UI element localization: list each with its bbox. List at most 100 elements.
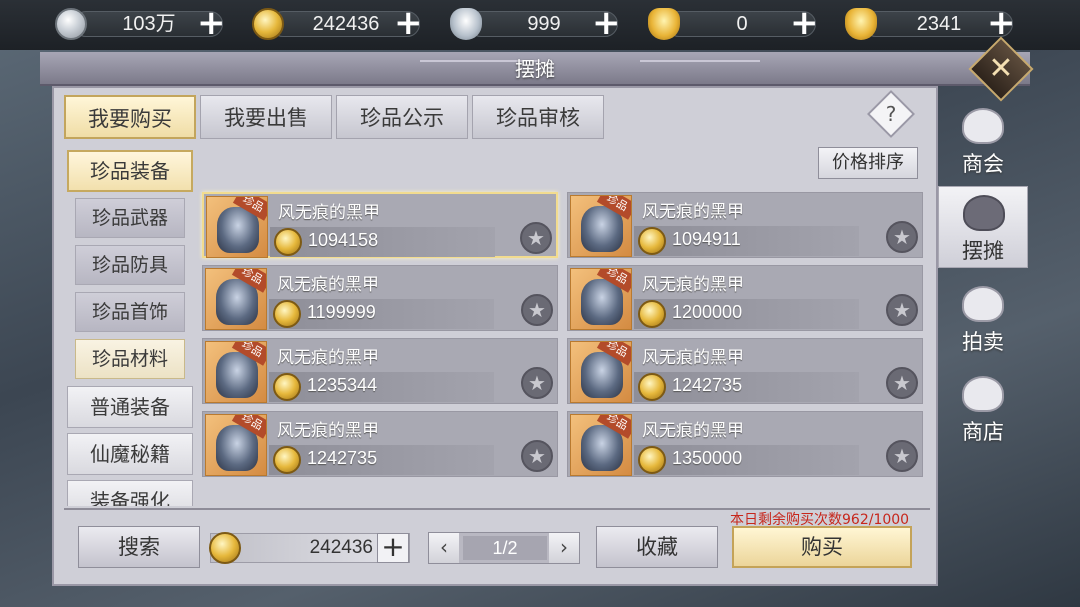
item-card[interactable]: 珍品 风无痕的黑甲 1242735 ★ bbox=[202, 411, 558, 477]
window-title-bar: 摆摊 bbox=[40, 52, 1030, 86]
gold-ingot-icon bbox=[845, 8, 877, 40]
item-name: 风无痕的黑甲 bbox=[278, 203, 380, 223]
price-bar bbox=[634, 226, 859, 256]
gold-balance-value: 242436 bbox=[309, 537, 373, 558]
silver-coin-icon bbox=[55, 8, 87, 40]
add-gold-coin-button[interactable]: + bbox=[394, 6, 423, 40]
item-thumbnail: 珍品 bbox=[205, 414, 267, 476]
pagination: ‹ 1/2 › bbox=[428, 532, 580, 564]
price-bar bbox=[269, 372, 494, 402]
currency-value: 2341 bbox=[916, 13, 962, 35]
shop-ingot-icon bbox=[962, 376, 1004, 412]
item-thumbnail: 珍品 bbox=[570, 195, 632, 257]
gold-coin-icon bbox=[252, 8, 284, 40]
price-bar bbox=[634, 299, 859, 329]
currency-gold-coin: 242436 + bbox=[252, 6, 427, 40]
add-silver-coin-button[interactable]: + bbox=[197, 6, 226, 40]
category-rare-weapons[interactable]: 珍品武器 bbox=[75, 198, 185, 238]
favorite-button[interactable]: 收藏 bbox=[596, 526, 718, 568]
star-icon[interactable]: ★ bbox=[886, 294, 918, 326]
category-rare-armor[interactable]: 珍品防具 bbox=[75, 245, 185, 285]
price-bar bbox=[270, 227, 495, 257]
nav-guild[interactable]: 商会 bbox=[938, 100, 1028, 182]
gold-coin-icon bbox=[638, 300, 666, 328]
item-card[interactable]: 珍品 风无痕的黑甲 1094158 ★ bbox=[202, 192, 558, 258]
gold-coin-icon bbox=[638, 227, 666, 255]
gold-coin-icon bbox=[273, 300, 301, 328]
item-card[interactable]: 珍品 风无痕的黑甲 1350000 ★ bbox=[567, 411, 923, 477]
currency-bar: 103万 + 242436 + 999 + 0 + 2341 + bbox=[0, 0, 1080, 50]
tab-rare-review[interactable]: 珍品审核 bbox=[472, 95, 604, 139]
item-card[interactable]: 珍品 风无痕的黑甲 1094911 ★ bbox=[567, 192, 923, 258]
star-icon[interactable]: ★ bbox=[521, 440, 553, 472]
gold-coin-icon bbox=[274, 228, 302, 256]
item-card[interactable]: 珍品 风无痕的黑甲 1242735 ★ bbox=[567, 338, 923, 404]
nav-label: 拍卖 bbox=[962, 330, 1004, 354]
item-thumbnail: 珍品 bbox=[570, 414, 632, 476]
gold-balance-field: 242436 + bbox=[209, 532, 410, 564]
next-page-button[interactable]: › bbox=[549, 533, 579, 563]
gold-coin-icon bbox=[638, 373, 666, 401]
price-bar bbox=[269, 445, 494, 475]
currency-value: 0 bbox=[736, 13, 748, 35]
currency-value: 103万 bbox=[122, 13, 176, 35]
currency-value: 999 bbox=[527, 13, 561, 35]
category-rare-jewelry[interactable]: 珍品首饰 bbox=[75, 292, 185, 332]
category-list[interactable]: 珍品装备 珍品武器 珍品防具 珍品首饰 珍品材料 普通装备 仙魔秘籍 装备强化 bbox=[62, 142, 202, 506]
locked-gold-ingot-icon bbox=[648, 8, 680, 40]
nav-stall[interactable]: 摆摊 bbox=[938, 186, 1028, 268]
category-equipment-enhance[interactable]: 装备强化 bbox=[67, 480, 193, 506]
tab-sell[interactable]: 我要出售 bbox=[200, 95, 332, 139]
category-secret-books[interactable]: 仙魔秘籍 bbox=[67, 433, 193, 475]
stall-bag-icon bbox=[963, 195, 1005, 231]
star-icon[interactable]: ★ bbox=[886, 221, 918, 253]
item-thumbnail: 珍品 bbox=[206, 196, 268, 258]
price-bar bbox=[634, 445, 859, 475]
nav-label: 商会 bbox=[962, 152, 1004, 176]
item-card[interactable]: 珍品 风无痕的黑甲 1235344 ★ bbox=[202, 338, 558, 404]
item-name: 风无痕的黑甲 bbox=[277, 348, 379, 368]
price-sort-button[interactable]: 价格排序 bbox=[818, 147, 918, 179]
star-icon[interactable]: ★ bbox=[886, 440, 918, 472]
nav-label: 摆摊 bbox=[962, 239, 1004, 263]
star-icon[interactable]: ★ bbox=[520, 222, 552, 254]
gold-coin-icon bbox=[273, 373, 301, 401]
item-thumbnail: 珍品 bbox=[205, 268, 267, 330]
prev-page-button[interactable]: ‹ bbox=[429, 533, 459, 563]
gold-coin-icon bbox=[638, 446, 666, 474]
item-grid: 珍品 风无痕的黑甲 1094158 ★ 珍品 风无痕的黑甲 1094911 ★ … bbox=[202, 188, 928, 482]
tab-rare-public[interactable]: 珍品公示 bbox=[336, 95, 468, 139]
add-locked-gold-ingot-button[interactable]: + bbox=[790, 6, 819, 40]
item-thumbnail: 珍品 bbox=[570, 341, 632, 403]
nav-shop[interactable]: 商店 bbox=[938, 368, 1028, 450]
add-silver-ingot-button[interactable]: + bbox=[592, 6, 621, 40]
guild-icon bbox=[962, 108, 1004, 144]
star-icon[interactable]: ★ bbox=[521, 367, 553, 399]
item-name: 风无痕的黑甲 bbox=[277, 421, 379, 441]
category-rare-equipment[interactable]: 珍品装备 bbox=[67, 150, 193, 192]
item-card[interactable]: 珍品 风无痕的黑甲 1199999 ★ bbox=[202, 265, 558, 331]
tab-buy[interactable]: 我要购买 bbox=[64, 95, 196, 139]
currency-silver-coin: 103万 + bbox=[55, 6, 230, 40]
item-price: 1242735 bbox=[672, 375, 743, 395]
add-gold-ingot-button[interactable]: + bbox=[987, 6, 1016, 40]
buy-button[interactable]: 购买 bbox=[732, 526, 912, 568]
item-card[interactable]: 珍品 风无痕的黑甲 1200000 ★ bbox=[567, 265, 923, 331]
silver-ingot-icon bbox=[450, 8, 482, 40]
item-price: 1200000 bbox=[672, 302, 743, 322]
search-button[interactable]: 搜索 bbox=[78, 526, 200, 568]
item-name: 风无痕的黑甲 bbox=[642, 275, 744, 295]
add-gold-button[interactable]: + bbox=[377, 533, 409, 563]
currency-value: 242436 bbox=[312, 13, 380, 35]
star-icon[interactable]: ★ bbox=[886, 367, 918, 399]
category-rare-materials[interactable]: 珍品材料 bbox=[75, 339, 185, 379]
star-icon[interactable]: ★ bbox=[521, 294, 553, 326]
side-nav: 商会 摆摊 拍卖 商店 bbox=[938, 86, 1028, 466]
currency-locked-gold-ingot: 0 + bbox=[648, 6, 823, 40]
page-indicator: 1/2 bbox=[463, 536, 547, 560]
item-name: 风无痕的黑甲 bbox=[277, 275, 379, 295]
item-price: 1242735 bbox=[307, 448, 378, 468]
nav-auction[interactable]: 拍卖 bbox=[938, 278, 1028, 360]
category-normal-equipment[interactable]: 普通装备 bbox=[67, 386, 193, 428]
currency-silver-ingot: 999 + bbox=[450, 6, 625, 40]
